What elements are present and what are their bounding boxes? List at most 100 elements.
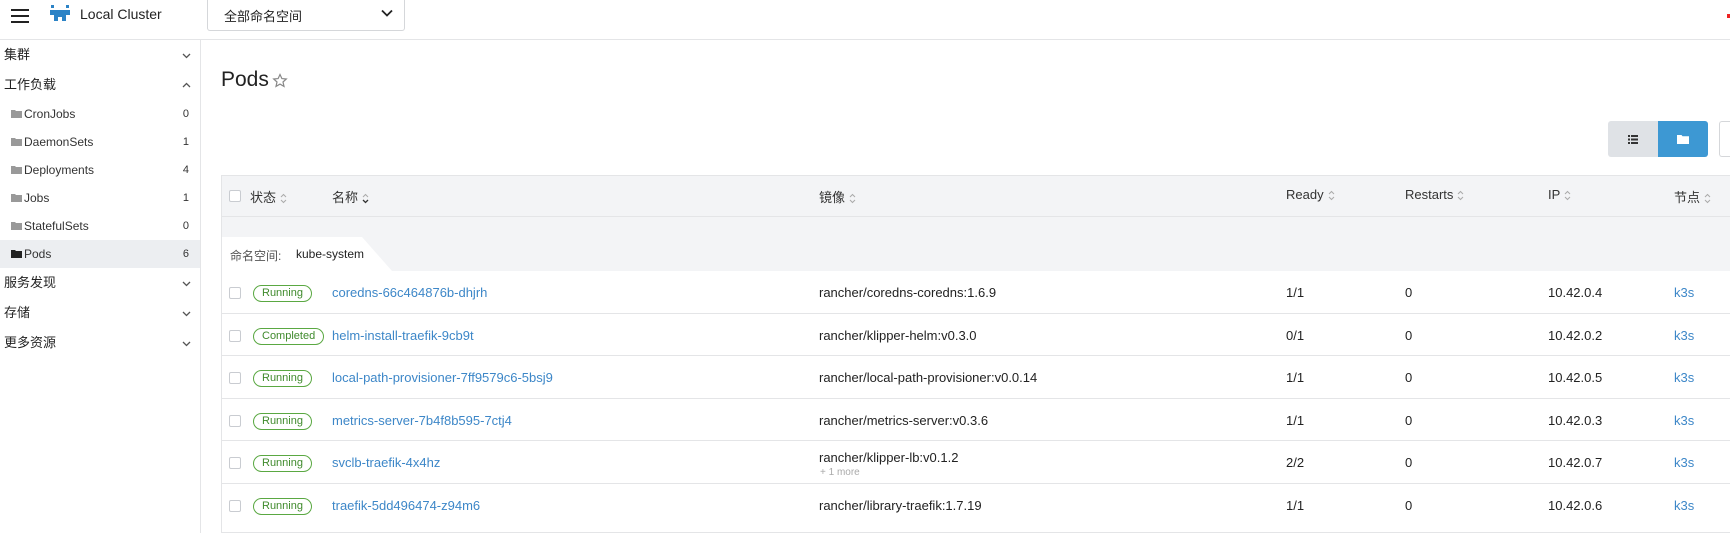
chevron-down-icon [182,53,191,59]
select-all-checkbox[interactable] [229,190,241,202]
more-images-text[interactable]: + 1 more [820,467,860,478]
namespace-value: kube-system [296,247,365,261]
node-link[interactable]: k3s [1674,370,1694,385]
pod-name-link[interactable]: metrics-server-7b4f8b595-7ctj4 [332,413,512,428]
sidebar-item-count: 0 [182,108,189,120]
image-cell: rancher/klipper-helm:v0.3.0 [819,327,977,343]
sidebar-item-label: Jobs [24,191,50,205]
sidebar-item-label: StatefulSets [24,219,89,233]
chevron-down-icon [182,281,191,287]
top-header: Local Cluster 全部命名空间 [0,0,1730,40]
column-ready[interactable]: Ready [1286,187,1335,202]
ip-cell: 10.42.0.3 [1548,412,1603,428]
ready-cell: 1/1 [1286,497,1305,513]
pod-name-link[interactable]: helm-install-traefik-9cb9t [332,328,474,343]
namespace-group-tab: 命名空间: kube-system [222,237,392,271]
chevron-down-icon [182,341,191,347]
chevron-down-icon [182,311,191,317]
ip-cell: 10.42.0.5 [1548,370,1603,385]
ready-cell: 1/1 [1286,285,1305,300]
sidebar-group-service-discovery[interactable]: 服务发现 [0,268,200,298]
restarts-cell: 0 [1405,455,1413,470]
table-row[interactable]: Running svclb-traefik-4x4hz rancher/klippe… [222,441,1730,484]
extra-action-button[interactable] [1719,121,1730,157]
star-icon[interactable] [272,73,288,89]
menu-icon[interactable] [11,9,29,23]
sidebar-group-storage[interactable]: 存储 [0,298,200,328]
sidebar-item-cronjobs[interactable]: CronJobs 0 [0,100,200,128]
row-checkbox[interactable] [229,414,241,427]
table-row[interactable]: Running coredns-66c464876b-dhjrh rancher/c… [222,271,1730,314]
ready-cell: 1/1 [1286,412,1305,428]
row-checkbox[interactable] [229,287,241,299]
column-name[interactable]: 名称 [332,187,369,206]
status-badge: Running [253,412,312,430]
node-link[interactable]: k3s [1674,328,1694,343]
row-checkbox[interactable] [229,499,241,512]
namespace-label: 命名空间: [230,249,282,263]
sidebar-item-count: 4 [182,164,189,176]
restarts-cell: 0 [1405,412,1413,428]
sort-icon [1704,193,1711,204]
ready-cell: 2/2 [1286,455,1305,470]
column-status[interactable]: 状态 [250,187,287,206]
sidebar-item-pods[interactable]: Pods 6 [0,240,200,268]
sidebar-group-label: 工作负载 [4,77,57,92]
folder-icon [1677,134,1689,144]
group-view-button[interactable] [1658,121,1708,157]
rancher-logo-icon[interactable] [48,4,72,24]
column-restarts[interactable]: Restarts [1405,187,1464,202]
list-icon [1628,134,1638,144]
node-link[interactable]: k3s [1674,285,1694,300]
list-view-button[interactable] [1608,121,1658,157]
sidebar-item-label: CronJobs [24,107,76,121]
cluster-name[interactable]: Local Cluster [80,6,162,22]
sidebar-item-jobs[interactable]: Jobs 1 [0,184,200,212]
sidebar-group-cluster[interactable]: 集群 [0,40,200,70]
pod-name-link[interactable]: traefik-5dd496474-z94m6 [332,498,480,513]
row-checkbox[interactable] [229,329,241,342]
table-row[interactable]: Running local-path-provisioner-7ff9579c6-… [222,356,1730,399]
pod-name-link[interactable]: svclb-traefik-4x4hz [332,455,440,470]
pod-name-link[interactable]: coredns-66c464876b-dhjrh [332,285,487,300]
pod-name-link[interactable]: local-path-provisioner-7ff9579c6-5bsj9 [332,370,553,385]
column-image[interactable]: 镜像 [819,187,856,206]
ip-cell: 10.42.0.4 [1548,285,1603,300]
ready-cell: 0/1 [1286,327,1305,343]
restarts-cell: 0 [1405,497,1413,513]
sidebar-group-label: 存储 [4,305,31,320]
sort-icon [1328,190,1334,201]
table-row[interactable]: Running traefik-5dd496474-z94m6 rancher/li… [222,483,1730,526]
row-checkbox[interactable] [229,457,241,469]
table-row[interactable]: Running metrics-server-7b4f8b595-7ctj4 ran… [222,398,1730,441]
node-link[interactable]: k3s [1674,455,1694,470]
status-badge: Running [253,285,312,302]
sidebar-item-label: Deployments [24,163,95,177]
sidebar-item-label: DaemonSets [24,135,94,149]
folder-icon [11,222,22,230]
sidebar-item-count: 6 [182,248,189,260]
column-node[interactable]: 节点 [1674,187,1711,206]
namespace-select[interactable]: 全部命名空间 [207,0,405,31]
sidebar-item-daemonsets[interactable]: DaemonSets 1 [0,128,200,156]
sidebar-group-label: 集群 [4,47,31,62]
status-badge: Running [253,370,312,387]
ready-cell: 1/1 [1286,370,1305,385]
row-checkbox[interactable] [229,372,241,384]
chevron-up-icon [182,82,191,88]
page-title: Pods [221,68,269,91]
column-ip[interactable]: IP [1548,187,1571,202]
sidebar-item-deployments[interactable]: Deployments 4 [0,156,200,184]
namespace-select-value: 全部命名空间 [224,9,303,24]
sidebar-item-statefulsets[interactable]: StatefulSets 0 [0,212,200,240]
ip-cell: 10.42.0.7 [1548,455,1603,470]
ip-cell: 10.42.0.2 [1548,327,1603,343]
node-link[interactable]: k3s [1674,413,1694,428]
main-content: Pods 状态 名称 镜像 Ready Restarts IP 节点 命名空间:… [221,40,1730,533]
node-link[interactable]: k3s [1674,498,1694,513]
sidebar-group-workloads[interactable]: 工作负载 [0,70,200,100]
table-row[interactable]: Completed helm-install-traefik-9cb9t ranch… [222,313,1730,356]
sort-desc-icon [362,193,369,204]
sidebar-group-more-resources[interactable]: 更多资源 [0,328,200,358]
sidebar-item-count: 1 [182,192,189,204]
